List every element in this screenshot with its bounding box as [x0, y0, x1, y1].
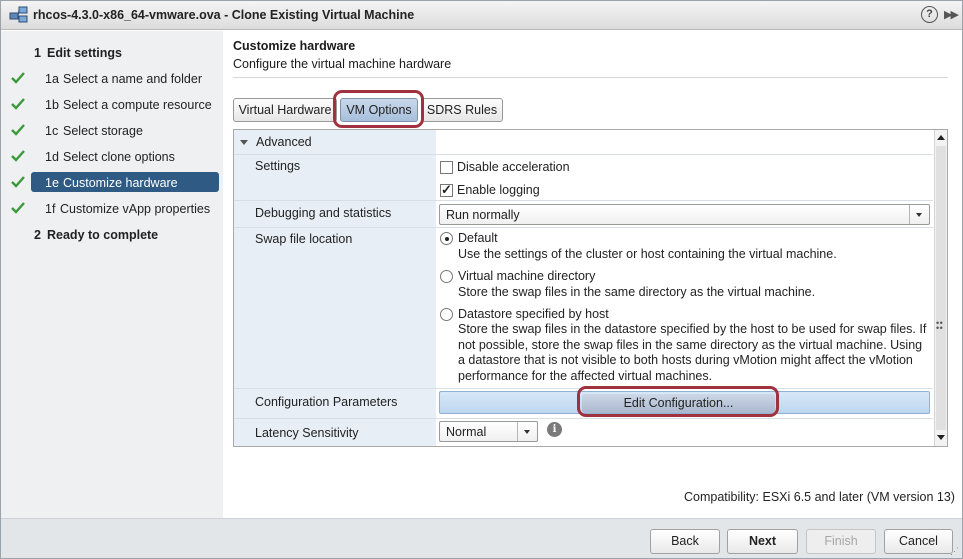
chevron-down-icon[interactable]: [909, 205, 929, 224]
checkmark-icon: [11, 176, 25, 188]
checkmark-icon: [11, 202, 25, 214]
latency-sensitivity-select[interactable]: Normal: [439, 421, 538, 442]
checkmark-icon: [11, 98, 25, 110]
debugging-label: Debugging and statistics: [255, 206, 392, 220]
step-number: 1a: [45, 72, 59, 86]
latency-sensitivity-value: Normal: [446, 425, 487, 439]
check-icon: ✓: [441, 182, 452, 197]
step-customize-hardware[interactable]: 1e Customize hardware: [1, 172, 223, 193]
step-number: 2: [34, 228, 41, 242]
step-number: 1e: [45, 176, 59, 190]
scroll-thumb[interactable]: [936, 146, 946, 430]
disable-acceleration-checkbox[interactable]: [440, 161, 453, 174]
step-label: Select a name and folder: [63, 72, 202, 86]
page-title: Customize hardware: [233, 39, 356, 53]
swap-default-label: Default: [458, 231, 498, 245]
wizard-footer: Back Next Finish Cancel: [1, 518, 962, 558]
step-label: Select storage: [63, 124, 143, 138]
expand-panel-icon[interactable]: ▶▶: [944, 8, 959, 21]
cancel-button[interactable]: Cancel: [884, 529, 953, 554]
step-label: Select clone options: [63, 150, 175, 164]
step-number: 1c: [45, 124, 59, 138]
window-resize-icon[interactable]: ⋰: [950, 546, 959, 557]
config-params-label: Configuration Parameters: [255, 395, 398, 409]
row-divider: [234, 200, 933, 201]
scroll-down-arrow-icon[interactable]: [936, 432, 946, 444]
swap-vm-directory-radio[interactable]: [440, 270, 453, 283]
step-label: Ready to complete: [47, 228, 159, 242]
checkmark-icon: [11, 150, 25, 162]
checkmark-icon: [11, 72, 25, 84]
latency-sensitivity-label: Latency Sensitivity: [255, 426, 359, 440]
info-icon[interactable]: i: [547, 422, 562, 437]
step-label: Edit settings: [47, 46, 123, 60]
highlight-callout: [333, 90, 424, 128]
resize-grip-icon[interactable]: • • • •: [936, 319, 943, 333]
radio-dot: [444, 236, 449, 241]
scroll-up-arrow-icon[interactable]: [936, 131, 946, 143]
back-button[interactable]: Back: [650, 529, 720, 554]
row-divider: [234, 418, 933, 419]
vm-clone-icon: [9, 6, 28, 23]
disable-acceleration-label: Disable acceleration: [457, 160, 570, 174]
enable-logging-checkbox[interactable]: ✓: [440, 182, 453, 197]
next-button[interactable]: Next: [727, 529, 798, 554]
step-number: 1d: [45, 150, 59, 164]
wizard-window: rhcos-4.3.0-x86_64-vmware.ova - Clone Ex…: [0, 0, 963, 559]
step-label: Customize hardware: [63, 176, 178, 190]
step-customize-vapp-properties[interactable]: 1f Customize vApp properties: [1, 199, 223, 219]
checkmark-icon: [11, 124, 25, 136]
header-divider: [233, 77, 948, 78]
swap-default-radio[interactable]: [440, 232, 453, 245]
tab-sdrs-rules[interactable]: SDRS Rules: [421, 98, 503, 122]
compatibility-text: Compatibility: ESXi 6.5 and later (VM ve…: [684, 490, 955, 504]
debugging-select[interactable]: Run normally: [439, 204, 930, 225]
step-select-clone-options[interactable]: 1d Select clone options: [1, 147, 223, 167]
vertical-scrollbar[interactable]: [934, 130, 947, 446]
advanced-label: Advanced: [256, 135, 312, 149]
enable-logging-label: Enable logging: [457, 183, 540, 197]
row-divider: [234, 154, 933, 155]
page-subtitle: Configure the virtual machine hardware: [233, 57, 452, 71]
debugging-value: Run normally: [446, 208, 520, 222]
step-label: Customize vApp properties: [60, 202, 211, 216]
swap-host-datastore-label: Datastore specified by host: [458, 307, 609, 321]
step-select-compute-resource[interactable]: 1b Select a compute resource: [1, 95, 223, 115]
chevron-down-icon[interactable]: [517, 422, 537, 441]
swap-location-label: Swap file location: [255, 232, 353, 246]
tab-virtual-hardware[interactable]: Virtual Hardware: [233, 98, 337, 122]
step-label: Select a compute resource: [63, 98, 212, 112]
wizard-steps-nav: 1 Edit settings 1a Select a name and fol…: [1, 31, 223, 519]
step-number: 1b: [45, 98, 59, 112]
step-select-name-folder[interactable]: 1a Select a name and folder: [1, 69, 223, 89]
highlight-callout: [577, 386, 779, 417]
step-number: 1f: [45, 202, 56, 216]
step-ready-to-complete[interactable]: 2 Ready to complete: [1, 225, 223, 245]
advanced-section-header[interactable]: Advanced: [240, 135, 312, 149]
settings-label: Settings: [255, 159, 301, 173]
row-divider: [234, 227, 933, 228]
swap-default-desc: Use the settings of the cluster or host …: [458, 247, 837, 261]
swap-host-datastore-radio[interactable]: [440, 308, 453, 321]
window-title: rhcos-4.3.0-x86_64-vmware.ova - Clone Ex…: [33, 8, 415, 22]
step-select-storage[interactable]: 1c Select storage: [1, 121, 223, 141]
finish-button[interactable]: Finish: [806, 529, 876, 554]
swap-vm-directory-desc: Store the swap files in the same directo…: [458, 285, 816, 299]
help-icon[interactable]: ?: [921, 6, 938, 23]
title-bar: rhcos-4.3.0-x86_64-vmware.ova - Clone Ex…: [1, 1, 962, 30]
step-number: 1: [34, 46, 41, 60]
swap-vm-directory-label: Virtual machine directory: [458, 269, 596, 283]
collapse-triangle-icon[interactable]: [240, 140, 248, 146]
swap-host-datastore-desc: Store the swap files in the datastore sp…: [458, 322, 927, 383]
step-edit-settings[interactable]: 1 Edit settings: [1, 43, 223, 63]
